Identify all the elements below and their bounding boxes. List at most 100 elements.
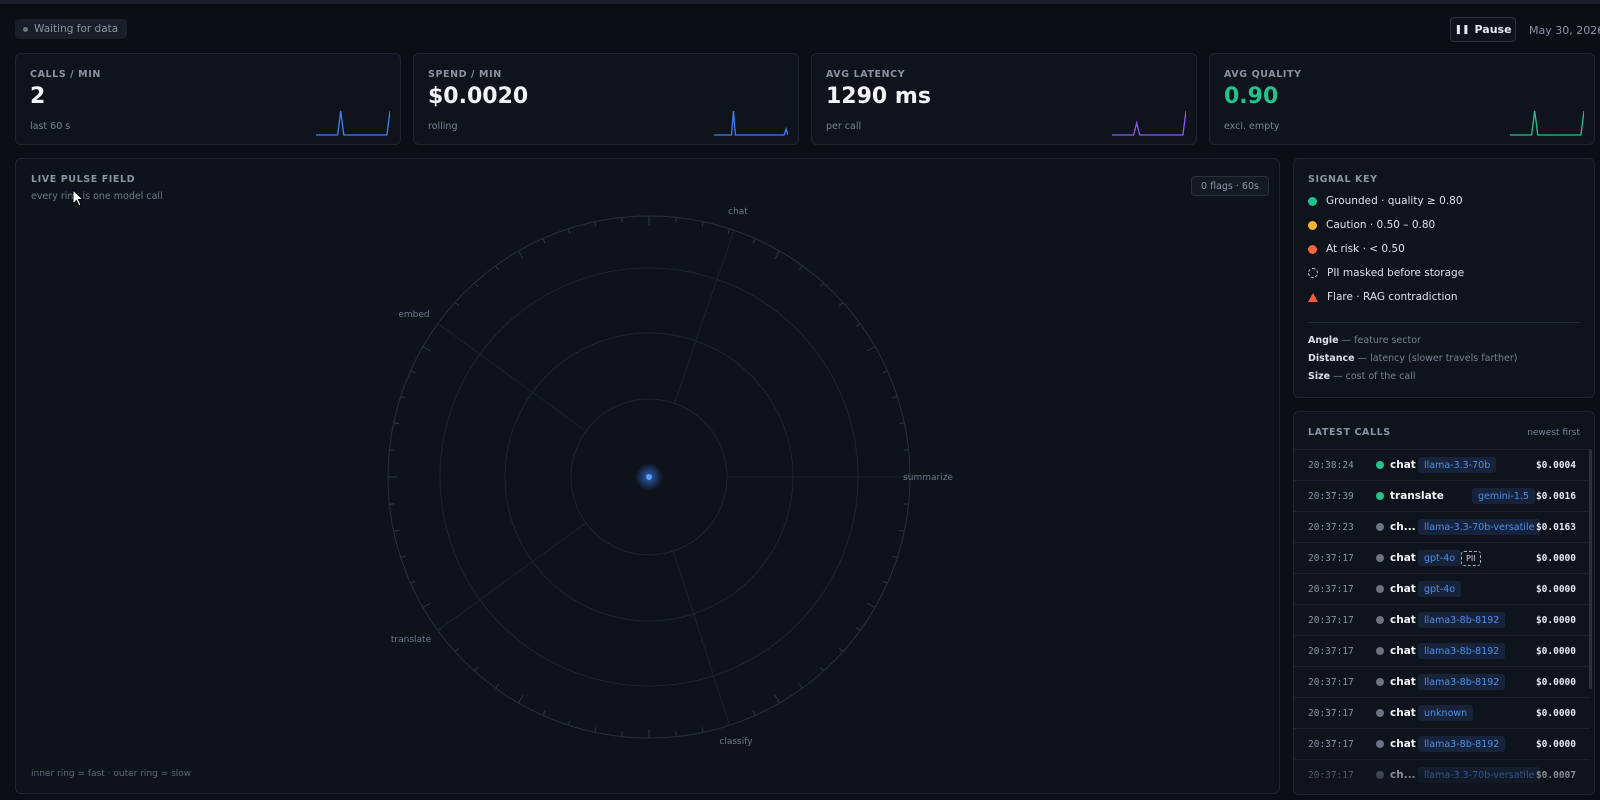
ring-tick: [473, 666, 479, 672]
model-tag: llama-3.3-70b-versatile: [1418, 519, 1541, 535]
model-tag: llama3-8b-8192: [1418, 643, 1506, 659]
pii-badge: PII: [1461, 550, 1481, 566]
call-feature: translate: [1390, 490, 1444, 502]
table-row[interactable]: 20:37:17 ch... llama-3.3-70b-versatile $0.0…: [1294, 759, 1590, 790]
call-cost: $0.0000: [1535, 738, 1576, 750]
key-label: Caution · 0.50 – 0.80: [1326, 219, 1436, 231]
ring-tick: [774, 250, 780, 260]
sector-spoke: [437, 323, 587, 432]
model-tag: llama3-8b-8192: [1418, 736, 1506, 752]
ring-tick: [389, 503, 395, 505]
pause-button[interactable]: ❚❚ Pause: [1450, 17, 1516, 42]
pulse-center-dot: [646, 474, 652, 480]
model-tag: llama3-8b-8192: [1418, 612, 1506, 628]
calls-scrollbar[interactable]: [1589, 449, 1592, 689]
table-row[interactable]: 20:37:17 chat llama3-8b-8192 $0.0000: [1294, 635, 1590, 666]
ring-tick: [866, 346, 876, 352]
call-feature: chat: [1390, 738, 1416, 750]
table-row[interactable]: 20:37:23 ch... llama-3.3-70b-versatile $0.0…: [1294, 511, 1590, 542]
key-label: At risk · < 0.50: [1326, 243, 1405, 255]
call-time: 20:37:17: [1308, 738, 1354, 750]
ring-tick: [454, 647, 460, 653]
model-tag: gpt-4o: [1418, 550, 1462, 566]
ring-tick: [400, 395, 406, 399]
call-time: 20:38:24: [1308, 459, 1354, 471]
ring-tick: [899, 529, 905, 532]
sector-spoke: [437, 522, 587, 631]
status-dot-icon: [1376, 647, 1384, 655]
call-feature: ch...: [1390, 769, 1416, 781]
metric-value: 2: [30, 84, 46, 109]
table-row[interactable]: 20:38:24 chat llama-3.3-70b $0.0004: [1294, 449, 1590, 480]
key-item-pii: PII masked before storage: [1308, 267, 1464, 279]
signal-key-panel: SIGNAL KEY Grounded · quality ≥ 0.80 Cau…: [1293, 158, 1595, 398]
call-time: 20:37:17: [1308, 583, 1354, 595]
call-feature: chat: [1390, 707, 1416, 719]
ring-tick: [799, 265, 803, 271]
call-feature: chat: [1390, 676, 1416, 688]
ring-tick: [495, 265, 499, 271]
key-item-grounded: Grounded · quality ≥ 0.80: [1308, 195, 1463, 207]
table-row[interactable]: 20:37:17 chat gpt-4o PII $0.0000: [1294, 542, 1590, 573]
ring-tick: [882, 370, 888, 374]
ring-tick: [903, 449, 909, 451]
top-border: [0, 0, 1600, 4]
table-row[interactable]: 20:37:17 chat unknown $0.0000: [1294, 697, 1590, 728]
status-dot-icon: [1376, 492, 1384, 500]
table-row[interactable]: 20:37:39 translate gemini-1.5 $0.0016: [1294, 480, 1590, 511]
call-cost: $0.0000: [1535, 583, 1576, 595]
table-row[interactable]: 20:37:17 chat llama3-8b-8192 $0.0000: [1294, 604, 1590, 635]
sector-label-embed: embed: [398, 310, 429, 320]
table-row[interactable]: 20:37:17 chat gpt-4o $0.0000: [1294, 573, 1590, 604]
call-cost: $0.0016: [1535, 490, 1576, 502]
call-feature: chat: [1390, 583, 1416, 595]
metric-sub: rolling: [428, 121, 458, 132]
call-feature: chat: [1390, 645, 1416, 657]
ring-tick: [892, 395, 898, 399]
ring-tick: [882, 580, 888, 584]
ring-tick: [701, 221, 704, 227]
ring-tick: [892, 555, 898, 559]
ring-tick: [542, 710, 546, 716]
sector-label-summarize: summarize: [903, 473, 953, 483]
status-dot-icon: [1376, 678, 1384, 686]
ring-tick: [799, 683, 803, 689]
ring-tick: [422, 602, 432, 608]
orange-dot-icon: [1308, 244, 1317, 254]
key-item-flare: Flare · RAG contradiction: [1308, 291, 1457, 303]
latest-calls-note: newest first: [1527, 428, 1580, 438]
status-dot-icon: [1376, 616, 1384, 624]
call-feature: chat: [1390, 459, 1416, 471]
ring-tick: [899, 422, 905, 425]
calls-list: 20:38:24 chat llama-3.3-70b $0.0004 20:37:39…: [1294, 449, 1590, 790]
sector-label-classify: classify: [719, 737, 753, 747]
sector-spoke: [673, 230, 735, 404]
sparkline-path: [1112, 110, 1186, 136]
status-text: Waiting for data: [34, 23, 119, 35]
status-dot-icon: [1376, 523, 1384, 531]
ring-tick: [866, 602, 876, 608]
model-tag: llama3-8b-8192: [1418, 674, 1506, 690]
metric-label: SPEND / MIN: [428, 69, 502, 80]
call-feature: chat: [1390, 614, 1416, 626]
status-dot-icon: [1376, 740, 1384, 748]
ring-tick: [473, 282, 479, 288]
call-cost: $0.0007: [1535, 769, 1576, 781]
status-badge: Waiting for data: [15, 19, 128, 39]
table-row[interactable]: 20:37:17 chat llama3-8b-8192 $0.0000: [1294, 666, 1590, 697]
call-cost: $0.0000: [1535, 676, 1576, 688]
ring-tick: [389, 449, 395, 451]
ring-tick: [594, 727, 597, 733]
call-time: 20:37:17: [1308, 769, 1354, 781]
status-dot-icon: [1376, 771, 1384, 779]
model-tag: llama-3.3-70b: [1418, 457, 1497, 473]
status-dot-icon: [23, 26, 28, 32]
key-item-caution: Caution · 0.50 – 0.80: [1308, 219, 1435, 231]
metric-card-spend: SPEND / MIN $0.0020 rolling: [413, 53, 799, 145]
call-feature: ch...: [1390, 521, 1416, 533]
ring-tick: [410, 370, 416, 374]
ring-tick: [675, 217, 677, 223]
call-cost: $0.0000: [1535, 645, 1576, 657]
table-row[interactable]: 20:37:17 chat llama3-8b-8192 $0.0000: [1294, 728, 1590, 759]
sparkline: [714, 110, 788, 136]
